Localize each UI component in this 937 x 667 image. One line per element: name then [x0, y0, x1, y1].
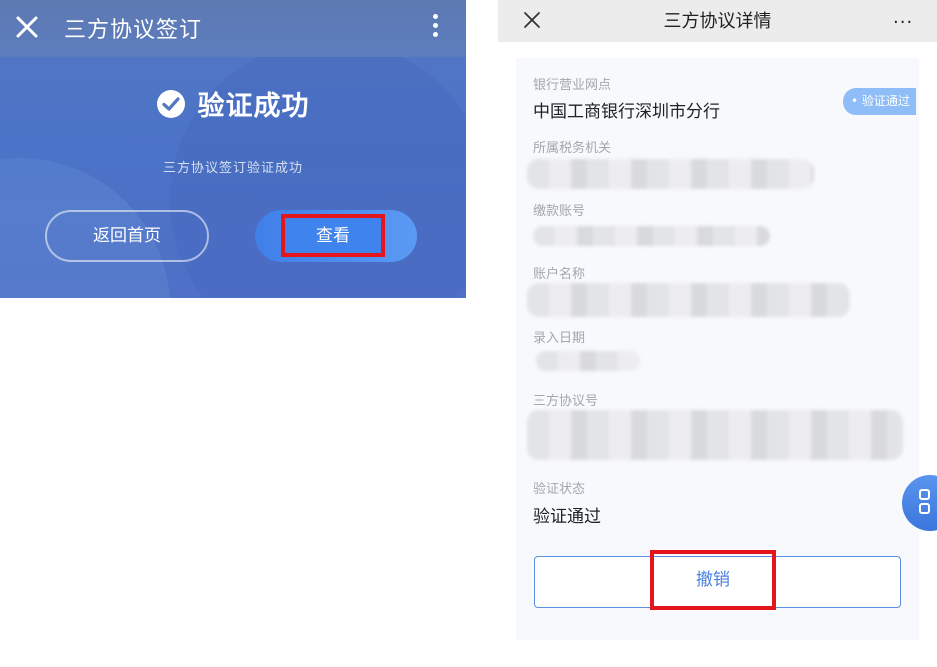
field-value-verification-status: 验证通过 — [533, 507, 601, 527]
stage: 三方协议签订 验证成功 三方协议签订验证成功 返回首页 查看 三方协议详情 ··… — [0, 0, 937, 667]
field-label-account-number: 缴款账号 — [533, 204, 586, 219]
grid-square — [919, 489, 930, 500]
more-vertical-icon[interactable] — [430, 14, 440, 42]
success-text: 验证成功 — [197, 91, 310, 122]
detail-title: 三方协议详情 — [663, 11, 772, 32]
grid-square — [919, 503, 930, 514]
field-label-bank-branch: 银行营业网点 — [533, 78, 612, 93]
field-label-account-name: 账户名称 — [533, 267, 586, 282]
revoke-button[interactable]: 撤销 — [534, 550, 901, 610]
left-screen: 三方协议签订 验证成功 三方协议签订验证成功 返回首页 查看 — [0, 0, 466, 298]
page-title: 三方协议签订 — [64, 18, 203, 43]
success-subtext: 三方协议签订验证成功 — [162, 161, 303, 176]
check-circle-icon — [157, 89, 186, 118]
success-heading: 验证成功 — [0, 84, 466, 123]
field-label-agreement-number: 三方协议号 — [533, 394, 599, 409]
field-label-entry-date: 录入日期 — [533, 331, 586, 346]
view-button-label[interactable]: 查看 — [281, 214, 385, 257]
redacted-value — [527, 283, 850, 317]
redacted-value — [533, 226, 770, 246]
view-button[interactable]: 查看 — [255, 210, 417, 262]
redacted-value — [536, 351, 640, 371]
top-bar: 三方协议签订 — [0, 0, 466, 57]
field-value-bank-branch: 中国工商银行深圳市分行 — [533, 102, 720, 122]
redacted-value — [527, 159, 814, 189]
field-label-verification-status: 验证状态 — [533, 482, 586, 497]
revoke-button-label[interactable]: 撤销 — [650, 550, 776, 610]
redacted-value — [527, 410, 903, 460]
home-button[interactable]: 返回首页 — [45, 210, 209, 262]
status-badge: • 验证通过 — [843, 88, 916, 115]
detail-top-bar: 三方协议详情 ··· — [498, 0, 937, 42]
more-horizontal-icon[interactable]: ··· — [893, 12, 913, 33]
field-label-tax-authority: 所属税务机关 — [533, 141, 612, 156]
close-icon[interactable] — [14, 14, 40, 40]
